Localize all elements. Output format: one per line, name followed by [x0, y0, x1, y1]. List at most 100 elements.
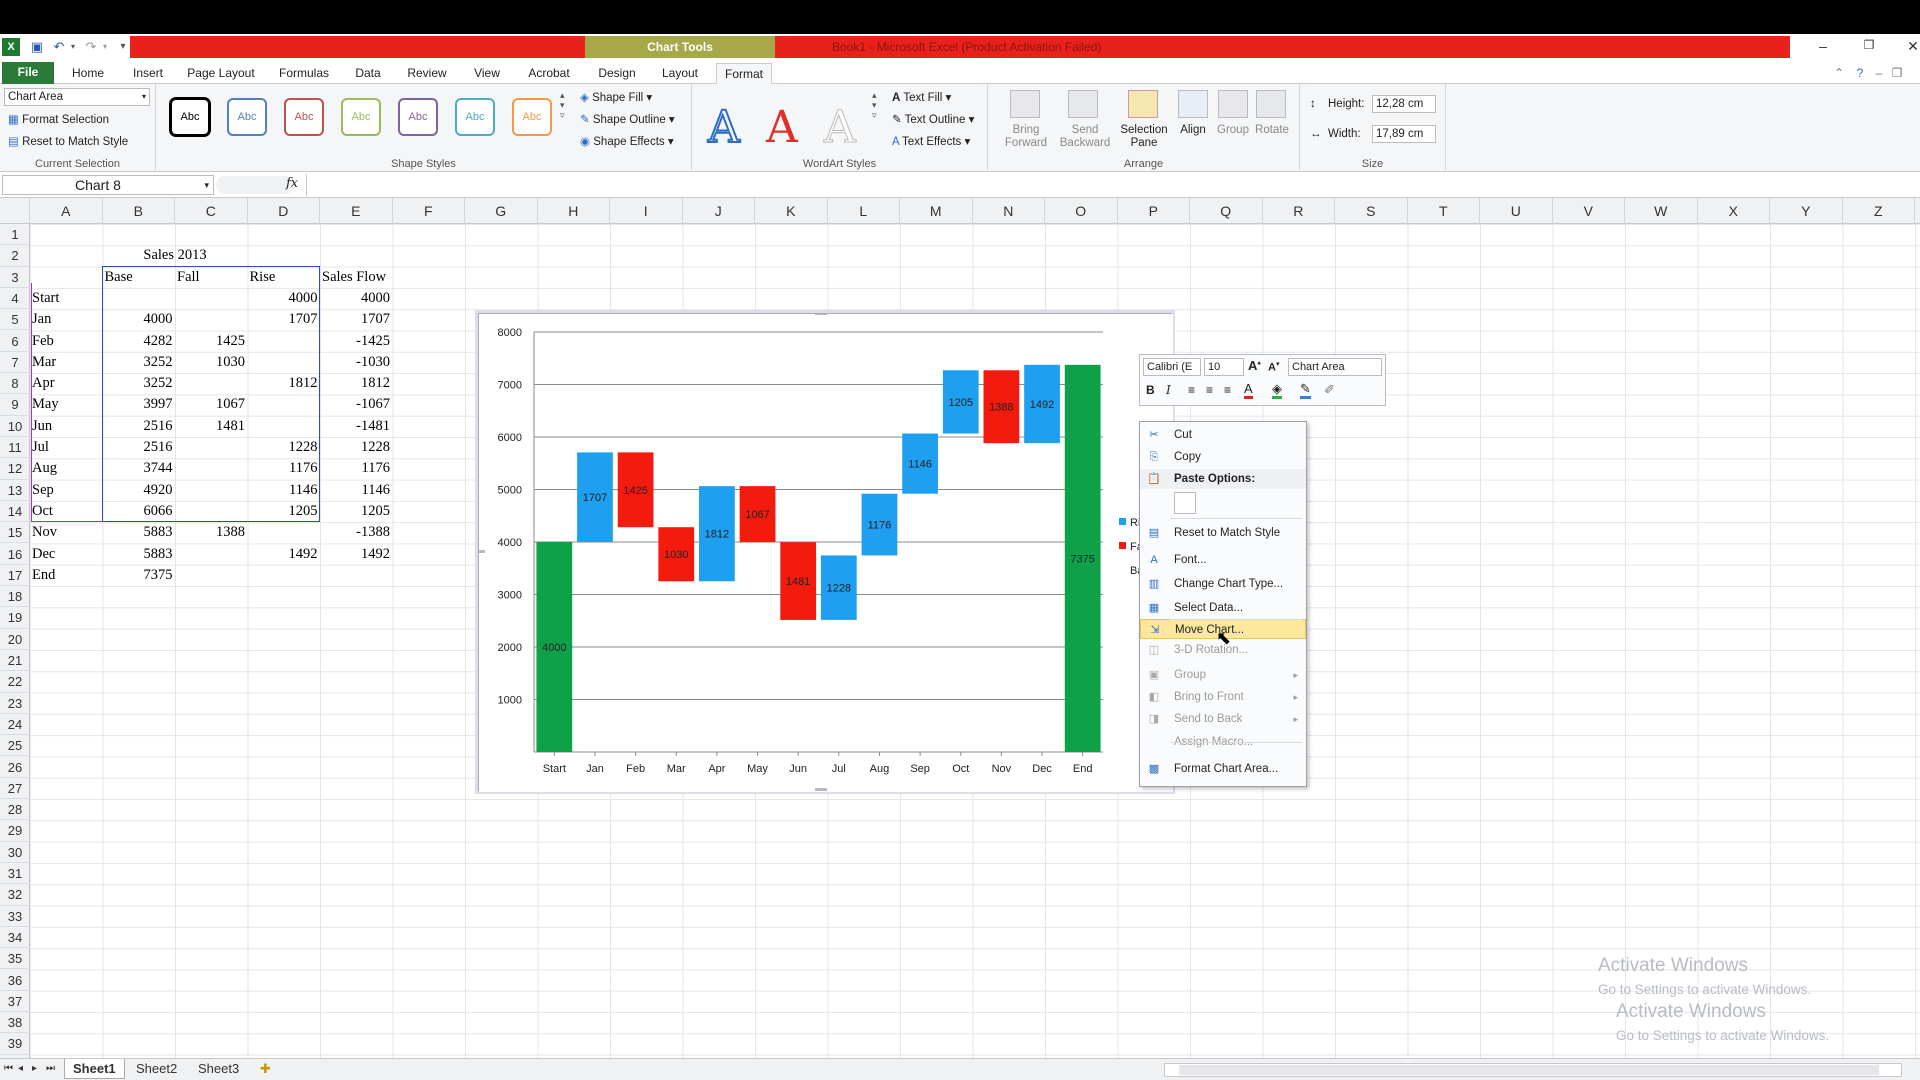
column-header[interactable]: F: [393, 198, 465, 224]
shape-style-option[interactable]: Abc: [341, 98, 381, 136]
row-header[interactable]: 18: [0, 586, 30, 608]
resize-handle[interactable]: [815, 788, 827, 791]
row-header[interactable]: 5: [0, 309, 30, 331]
row-header[interactable]: 13: [0, 480, 30, 501]
shape-style-option[interactable]: Abc: [227, 98, 267, 136]
text-fill-button[interactable]: A Text Fill ▾: [892, 90, 951, 104]
column-header[interactable]: W: [1625, 198, 1698, 224]
shape-style-option[interactable]: Abc: [170, 98, 210, 136]
column-header[interactable]: K: [755, 198, 828, 224]
row-header[interactable]: 39: [0, 1033, 30, 1055]
font-size-dropdown[interactable]: 10: [1204, 358, 1244, 376]
restore-icon[interactable]: ❐: [1854, 38, 1884, 52]
menu-item-paste-options[interactable]: 📋 Paste Options:: [1140, 469, 1306, 489]
row-header[interactable]: 21: [0, 650, 30, 672]
first-sheet-icon[interactable]: ⏮: [2, 1059, 15, 1079]
bring-forward-button[interactable]: Bring Forward: [998, 124, 1054, 150]
shrink-font-icon[interactable]: A▾: [1268, 360, 1279, 374]
insert-function-icon[interactable]: fx: [286, 176, 298, 191]
column-header[interactable]: A: [30, 198, 103, 224]
shape-style-option[interactable]: Abc: [512, 98, 552, 136]
format-painter-icon[interactable]: ✐: [1324, 382, 1335, 398]
tab-review[interactable]: Review: [404, 63, 450, 84]
column-header[interactable]: Z: [1843, 198, 1915, 224]
minimize-ribbon-icon[interactable]: ⌃: [1832, 63, 1846, 84]
help-icon[interactable]: ?: [1852, 63, 1868, 84]
group-button[interactable]: Group: [1214, 124, 1252, 136]
column-header[interactable]: C: [175, 198, 248, 224]
shape-fill-color-icon[interactable]: ◈: [1272, 382, 1282, 399]
redo-dropdown-icon[interactable]: ▾: [96, 38, 114, 56]
select-all-corner[interactable]: [0, 198, 30, 224]
close-icon[interactable]: ✕: [1898, 38, 1920, 55]
reset-to-match-style-button[interactable]: ▤ Reset to Match Style: [8, 134, 128, 148]
chart-element-dropdown[interactable]: Chart Area ▾: [4, 88, 150, 106]
column-header[interactable]: O: [1045, 198, 1118, 224]
tab-home[interactable]: Home: [68, 63, 108, 84]
row-header[interactable]: 34: [0, 927, 30, 949]
row-header[interactable]: 2: [0, 245, 30, 267]
tab-acrobat[interactable]: Acrobat: [524, 63, 574, 84]
tab-insert[interactable]: Insert: [128, 63, 168, 84]
row-header[interactable]: 25: [0, 735, 30, 757]
height-input[interactable]: 12,28 cm: [1372, 95, 1436, 113]
row-header[interactable]: 37: [0, 991, 30, 1013]
wordart-style-white[interactable]: A: [824, 102, 857, 154]
gallery-scroll-icon[interactable]: ▴ ▾ ▿: [560, 90, 565, 120]
menu-item-copy[interactable]: ⎘ Copy: [1140, 447, 1306, 467]
shape-outline-button[interactable]: ✎ Shape Outline ▾: [580, 112, 675, 126]
row-header[interactable]: 11: [0, 437, 30, 459]
menu-item-format-chart-area[interactable]: ▩ Format Chart Area...: [1140, 759, 1306, 779]
row-header[interactable]: 38: [0, 1012, 30, 1034]
menu-item-select-data[interactable]: ▦ Select Data...: [1140, 598, 1306, 618]
doc-restore-icon[interactable]: ❐: [1890, 63, 1904, 84]
row-header[interactable]: 36: [0, 970, 30, 991]
row-header[interactable]: 23: [0, 693, 30, 714]
column-header[interactable]: X: [1698, 198, 1770, 224]
column-header[interactable]: U: [1480, 198, 1553, 224]
row-header[interactable]: 33: [0, 906, 30, 927]
row-header[interactable]: 28: [0, 799, 30, 821]
row-header[interactable]: 14: [0, 501, 30, 523]
wordart-scroll-icon[interactable]: ▴ ▾ ▿: [872, 90, 877, 120]
row-header[interactable]: 30: [0, 842, 30, 863]
menu-item-send-to-back[interactable]: ◨ Send to Back ▸: [1140, 709, 1306, 729]
tab-formulas[interactable]: Formulas: [276, 63, 332, 84]
column-header[interactable]: Y: [1770, 198, 1843, 224]
shape-style-option[interactable]: Abc: [398, 98, 438, 136]
font-name-dropdown[interactable]: Calibri (E: [1143, 358, 1201, 376]
selection-pane-button[interactable]: Selection Pane: [1116, 124, 1172, 150]
row-header[interactable]: 6: [0, 331, 30, 352]
row-header[interactable]: 17: [0, 565, 30, 587]
row-header[interactable]: 24: [0, 714, 30, 736]
minimize-icon[interactable]: –: [1808, 38, 1838, 54]
next-sheet-icon[interactable]: ▸: [30, 1059, 39, 1079]
outline-color-icon[interactable]: ✎: [1300, 382, 1311, 399]
prev-sheet-icon[interactable]: ◂: [16, 1059, 25, 1079]
column-header[interactable]: H: [538, 198, 610, 224]
row-header[interactable]: 12: [0, 458, 30, 480]
tab-file[interactable]: File: [2, 62, 54, 84]
shape-fill-button[interactable]: ◈ Shape Fill ▾: [580, 90, 652, 104]
row-header[interactable]: 31: [0, 863, 30, 885]
sheet-tab-2[interactable]: Sheet2: [128, 1059, 185, 1079]
row-header[interactable]: 3: [0, 267, 30, 288]
scrollbar-thumb[interactable]: [1179, 1065, 1879, 1075]
shape-effects-button[interactable]: ◉ Shape Effects ▾: [580, 134, 674, 148]
align-center-icon[interactable]: ≡: [1206, 383, 1213, 397]
resize-handle[interactable]: [473, 550, 485, 553]
chart-element-mini-dropdown[interactable]: Chart Area: [1288, 358, 1382, 376]
align-right-icon[interactable]: ≡: [1224, 383, 1231, 397]
row-header[interactable]: 15: [0, 522, 30, 544]
row-header[interactable]: 9: [0, 394, 30, 416]
width-input[interactable]: 17,89 cm: [1372, 125, 1436, 143]
tab-view[interactable]: View: [470, 63, 504, 84]
row-header[interactable]: 19: [0, 607, 30, 629]
menu-item-cut[interactable]: ✂ Cut: [1140, 425, 1306, 445]
column-header[interactable]: E: [320, 198, 393, 224]
row-header[interactable]: 7: [0, 352, 30, 374]
menu-item-bring-to-front[interactable]: ◧ Bring to Front ▸: [1140, 687, 1306, 707]
column-header[interactable]: M: [900, 198, 973, 224]
row-header[interactable]: 16: [0, 544, 30, 565]
doc-minimize-icon[interactable]: –: [1872, 63, 1886, 84]
